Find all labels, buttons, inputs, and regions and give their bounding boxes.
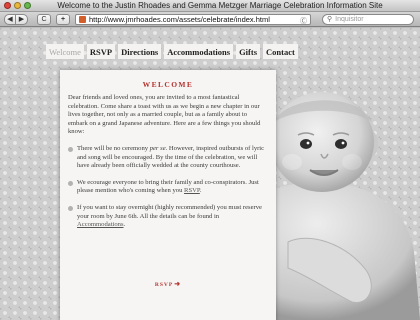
bullet-icon (68, 146, 73, 152)
item-text: There will be no ceremony (77, 144, 150, 152)
history-buttons: ◀ ▶ (4, 14, 28, 25)
browser-toolbar: ◀ ▶ C + http://www.jmrhoades.com/assets/… (0, 12, 420, 27)
item-text: We ecourage everyone to bring their fami… (77, 178, 259, 195)
welcome-intro: Dear friends and loved ones, you are inv… (68, 94, 261, 136)
search-icon: ⚲ (327, 16, 333, 23)
nav-contact[interactable]: Contact (263, 44, 298, 59)
add-bookmark-button[interactable]: + (56, 14, 70, 25)
window-title: Welcome to the Justin Rhoades and Gemma … (57, 1, 383, 10)
list-item: If you want to stay overnight (highly re… (68, 204, 268, 230)
url-text[interactable]: http://www.jmrhoades.com/assets/celebrat… (89, 15, 270, 24)
close-window-button[interactable] (4, 2, 11, 9)
welcome-title: WELCOME (142, 80, 194, 89)
site-nav: Welcome RSVP Directions Accommodations G… (46, 44, 298, 59)
web-page: Welcome RSVP Directions Accommodations G… (0, 28, 420, 320)
accommodations-link[interactable]: Accommodations (77, 221, 124, 228)
forward-button[interactable]: ▶ (16, 14, 28, 25)
nav-directions[interactable]: Directions (118, 44, 162, 59)
window-controls (4, 2, 31, 9)
item-text: If you want to stay overnight (highly re… (77, 203, 262, 220)
nav-accommodations[interactable]: Accommodations (164, 44, 234, 59)
item-emphasis: per se (149, 144, 166, 152)
title-bar: Welcome to the Justin Rhoades and Gemma … (0, 0, 420, 12)
welcome-card: WELCOME Dear friends and loved ones, you… (60, 70, 276, 320)
arrow-right-icon: ➜ (174, 280, 182, 288)
minimize-window-button[interactable] (14, 2, 21, 9)
item-text: . (199, 187, 202, 195)
list-item: There will be no ceremony per se. Howeve… (68, 145, 268, 171)
item-text: . (123, 221, 126, 229)
nav-gifts[interactable]: Gifts (236, 44, 261, 59)
rsvp-next-link[interactable]: RSVP➜ (60, 280, 276, 288)
back-button[interactable]: ◀ (4, 14, 16, 25)
nav-rsvp[interactable]: RSVP (86, 44, 116, 59)
rsvp-link[interactable]: RSVP (184, 187, 200, 194)
search-field[interactable]: ⚲ Inquisitor (322, 14, 414, 25)
bullet-icon (68, 180, 73, 186)
rsvp-next-label[interactable]: RSVP (155, 282, 173, 288)
reload-button[interactable]: C (37, 14, 51, 25)
address-bar[interactable]: http://www.jmrhoades.com/assets/celebrat… (75, 14, 311, 25)
nav-welcome[interactable]: Welcome (46, 44, 84, 59)
reader-icon[interactable]: Ⓒ (300, 16, 307, 24)
bullet-icon (68, 205, 73, 211)
search-placeholder[interactable]: Inquisitor (335, 16, 363, 23)
favicon-icon (79, 16, 86, 23)
list-item: We ecourage everyone to bring their fami… (68, 179, 268, 196)
